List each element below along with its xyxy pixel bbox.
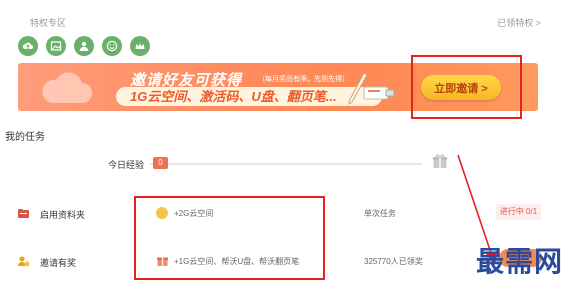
task-name: 邀请有奖 <box>40 258 77 268</box>
user-icon[interactable] <box>74 36 94 56</box>
watermark-logo: 最需网 <box>476 245 564 278</box>
cloud-icon <box>42 72 92 103</box>
section-label: 特权专区 <box>30 18 67 28</box>
claimed-count: 325770人已领奖 <box>364 257 423 266</box>
claimed-privileges-link[interactable]: 已领特权 > <box>497 16 541 29</box>
annotation-box-rewards <box>134 196 325 280</box>
cloud-upload-icon[interactable] <box>18 36 38 56</box>
usb-drive-icon <box>363 86 395 100</box>
invite-users-icon <box>18 256 30 267</box>
exp-value-badge: 0 <box>153 157 168 169</box>
folder-icon <box>18 209 29 218</box>
image-icon[interactable] <box>46 36 66 56</box>
tasks-section-title: 我的任务 <box>5 132 45 143</box>
exp-progress-track <box>150 163 422 165</box>
privilege-icons <box>18 36 150 56</box>
crown-icon[interactable] <box>130 36 150 56</box>
annotation-box-cta <box>411 55 522 119</box>
task-type: 单次任务 <box>364 209 396 218</box>
banner-subtitle: （每月奖品有限，先到先得） <box>258 76 349 83</box>
today-exp-label: 今日经验 <box>108 160 145 170</box>
smile-icon[interactable] <box>102 36 122 56</box>
task-name: 启用资料夹 <box>40 210 86 220</box>
